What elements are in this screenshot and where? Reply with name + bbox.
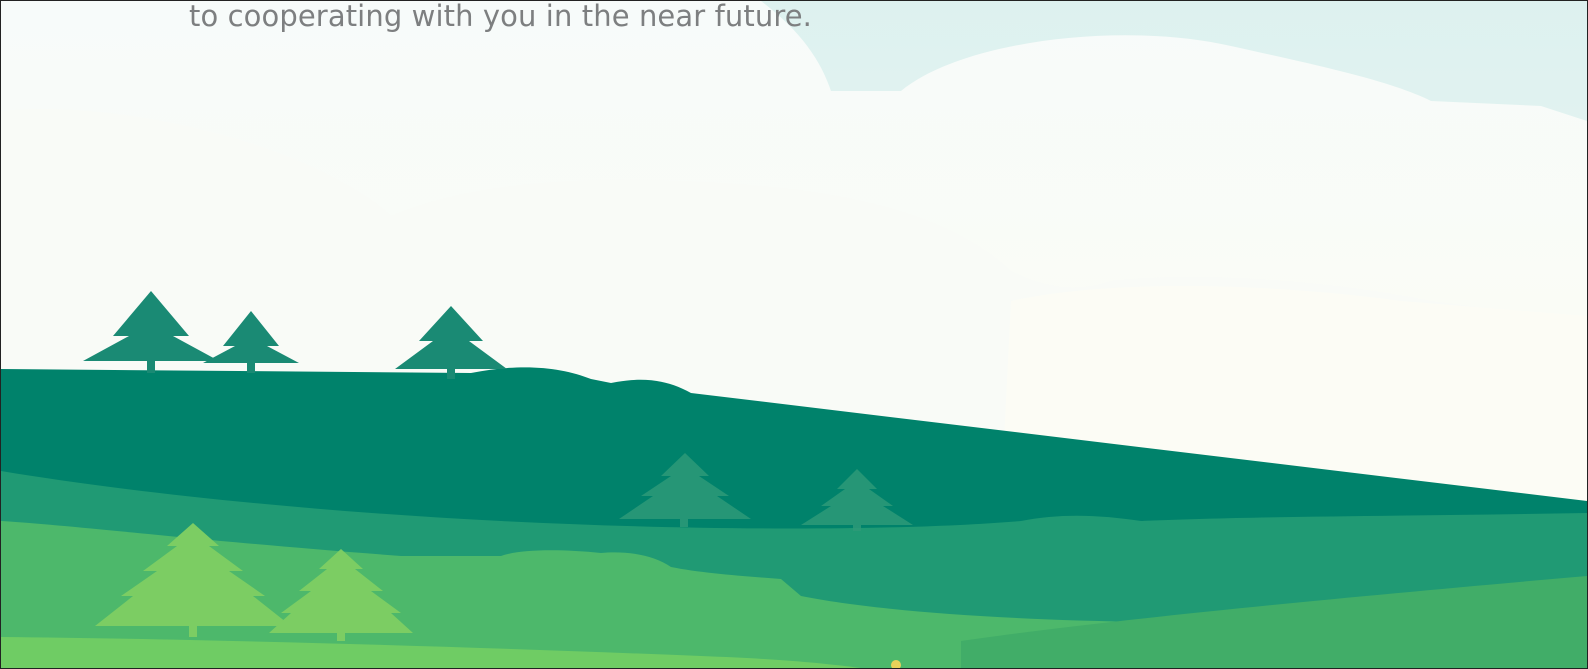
illustration-frame: to cooperating with you in the near futu… <box>0 0 1588 669</box>
caption-text: to cooperating with you in the near futu… <box>189 0 812 33</box>
landscape-illustration <box>1 1 1587 668</box>
